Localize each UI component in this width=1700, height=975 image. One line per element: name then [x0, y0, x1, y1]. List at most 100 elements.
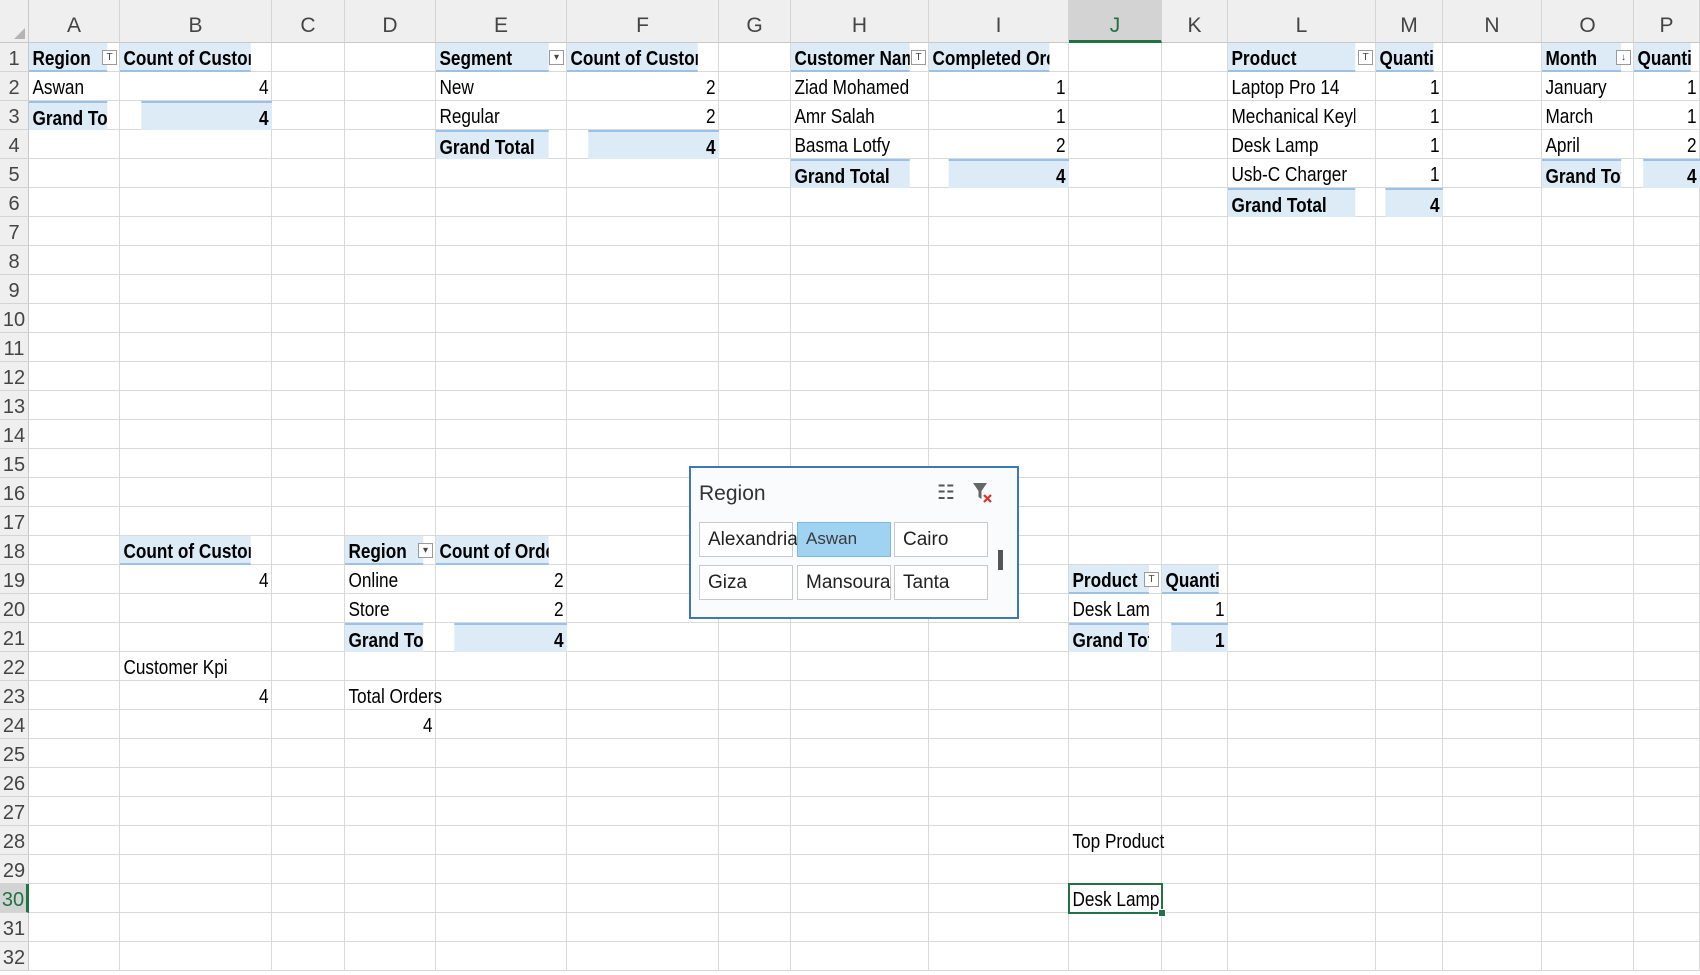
pivot-grand-total-label[interactable]: Grand Total [436, 130, 549, 159]
column-header-d[interactable]: D [345, 0, 436, 43]
row-header-16[interactable]: 16 [0, 478, 29, 507]
top-product-label[interactable]: Top Product [1069, 826, 1206, 855]
slicer-item-mansoura[interactable]: Mansoura [797, 565, 891, 600]
pivot-row-label[interactable]: Desk Lamp [1228, 130, 1355, 159]
pivot-row-label[interactable]: Ziad Mohamed [791, 72, 910, 101]
column-header-n[interactable]: N [1443, 0, 1542, 43]
pivot-grand-total-label[interactable]: Grand Total [1069, 623, 1149, 652]
customer-kpi-value[interactable]: 4 [141, 681, 272, 710]
pivot-header-label[interactable]: Segment [436, 43, 549, 72]
pivot-header-label[interactable]: Product [1069, 565, 1149, 594]
row-header-18[interactable]: 18 [0, 536, 29, 565]
row-header-6[interactable]: 6 [0, 188, 29, 217]
total-orders-label[interactable]: Total Orders [345, 681, 536, 710]
row-header-2[interactable]: 2 [0, 72, 29, 101]
pivot-row-value[interactable]: 2 [1643, 130, 1700, 159]
row-header-17[interactable]: 17 [0, 507, 29, 536]
row-header-12[interactable]: 12 [0, 362, 29, 391]
row-header-9[interactable]: 9 [0, 275, 29, 304]
column-header-k[interactable]: K [1162, 0, 1228, 43]
customer-kpi-label[interactable]: Customer Kpi [120, 652, 251, 681]
pivot-row-label[interactable]: Basma Lotfy [791, 130, 910, 159]
region-slicer[interactable]: Region ☷ Alexandria Aswan Cairo Giza Mansour… [689, 466, 1019, 619]
column-header-m[interactable]: M [1376, 0, 1443, 43]
row-header-14[interactable]: 14 [0, 420, 29, 449]
pivot-grand-total-value[interactable]: 4 [1385, 188, 1443, 217]
pivot-grand-total-value[interactable]: 4 [141, 101, 272, 130]
row-header-11[interactable]: 11 [0, 333, 29, 362]
pivot-grand-total-value[interactable]: 4 [588, 130, 719, 159]
pivot-row-value[interactable]: 2 [588, 72, 719, 101]
pivot-row-label[interactable]: Regular [436, 101, 549, 130]
pivot-row-label[interactable]: Store [345, 594, 423, 623]
pivot-row-label[interactable]: Mechanical Keyboard [1228, 101, 1355, 130]
pivot-grand-total-value[interactable]: 4 [1643, 159, 1700, 188]
multi-select-icon[interactable]: ☷ [937, 480, 955, 505]
column-header-e[interactable]: E [436, 0, 567, 43]
pivot-row-value[interactable]: 1 [1643, 72, 1700, 101]
row-header-29[interactable]: 29 [0, 855, 29, 884]
column-header-b[interactable]: B [120, 0, 272, 43]
pivot-row-label[interactable]: January [1542, 72, 1621, 101]
row-header-26[interactable]: 26 [0, 768, 29, 797]
total-orders-value[interactable]: 4 [358, 710, 436, 739]
pivot-row-value[interactable]: 2 [454, 594, 567, 623]
pivot-header-value[interactable]: Quantity [1162, 565, 1219, 594]
pivot-row-label[interactable]: Amr Salah [791, 101, 910, 130]
pivot-row-label[interactable]: March [1542, 101, 1621, 130]
pivot-row-value[interactable]: 1 [949, 101, 1069, 130]
pivot-header-label[interactable]: Region [29, 43, 108, 72]
filter-dropdown-icon[interactable]: T [1144, 572, 1159, 587]
row-header-23[interactable]: 23 [0, 681, 29, 710]
pivot-row-value[interactable]: 1 [1385, 130, 1443, 159]
pivot-row-value[interactable]: 2 [588, 101, 719, 130]
pivot-count-header[interactable]: Count of Customers [120, 536, 251, 565]
pivot-header-value[interactable]: Count of OrderID [436, 536, 549, 565]
pivot-header-label[interactable]: Region [345, 536, 424, 565]
row-header-5[interactable]: 5 [0, 159, 29, 188]
row-header-25[interactable]: 25 [0, 739, 29, 768]
slicer-item-tanta[interactable]: Tanta [894, 565, 988, 600]
pivot-grand-total-label[interactable]: Grand Total [29, 101, 108, 130]
pivot-row-value[interactable]: 4 [141, 72, 272, 101]
column-header-i[interactable]: I [929, 0, 1069, 43]
pivot-grand-total-label[interactable]: Grand Total [345, 623, 424, 652]
pivot-row-value[interactable]: 1 [1385, 72, 1443, 101]
row-header-3[interactable]: 3 [0, 101, 29, 130]
slicer-item-aswan[interactable]: Aswan [797, 522, 891, 557]
row-header-1[interactable]: 1 [0, 43, 29, 72]
pivot-header-label[interactable]: Product [1228, 43, 1356, 72]
column-header-a[interactable]: A [29, 0, 120, 43]
column-header-p[interactable]: P [1634, 0, 1700, 43]
column-header-g[interactable]: G [719, 0, 791, 43]
slicer-item-alexandria[interactable]: Alexandria [699, 522, 798, 557]
pivot-count-value[interactable]: 4 [141, 565, 272, 594]
row-header-30[interactable]: 30 [0, 884, 29, 913]
column-header-o[interactable]: O [1542, 0, 1634, 43]
pivot-grand-total-value[interactable]: 1 [1171, 623, 1228, 652]
column-header-f[interactable]: F [567, 0, 719, 43]
pivot-row-label[interactable]: Online [345, 565, 423, 594]
pivot-row-label[interactable]: Aswan [29, 72, 107, 101]
pivot-header-value[interactable]: Count of Customers [120, 43, 251, 72]
row-header-21[interactable]: 21 [0, 623, 29, 652]
row-header-7[interactable]: 7 [0, 217, 29, 246]
row-header-15[interactable]: 15 [0, 449, 29, 478]
pivot-grand-total-label[interactable]: Grand Total [1228, 188, 1356, 217]
pivot-grand-total-label[interactable]: Grand Total [1542, 159, 1622, 188]
column-header-h[interactable]: H [791, 0, 929, 43]
spreadsheet-grid[interactable]: ABCDEFGHIJKLMNOP 1 2 3 4 5 6 7 8 9 10 11 12 13 14 15 16… [0, 0, 1700, 971]
row-header-13[interactable]: 13 [0, 391, 29, 420]
pivot-row-value[interactable]: 1 [1643, 101, 1700, 130]
row-header-20[interactable]: 20 [0, 594, 29, 623]
row-header-22[interactable]: 22 [0, 652, 29, 681]
select-all-corner[interactable] [0, 0, 29, 43]
pivot-header-value[interactable]: Count of Customers [567, 43, 698, 72]
row-header-28[interactable]: 28 [0, 826, 29, 855]
pivot-row-value[interactable]: 1 [1385, 101, 1443, 130]
clear-filter-icon[interactable] [971, 480, 993, 510]
pivot-row-value[interactable]: 1 [949, 72, 1069, 101]
pivot-header-label[interactable]: Customer Name [791, 43, 910, 72]
row-header-8[interactable]: 8 [0, 246, 29, 275]
pivot-row-value[interactable]: 1 [1171, 594, 1228, 623]
